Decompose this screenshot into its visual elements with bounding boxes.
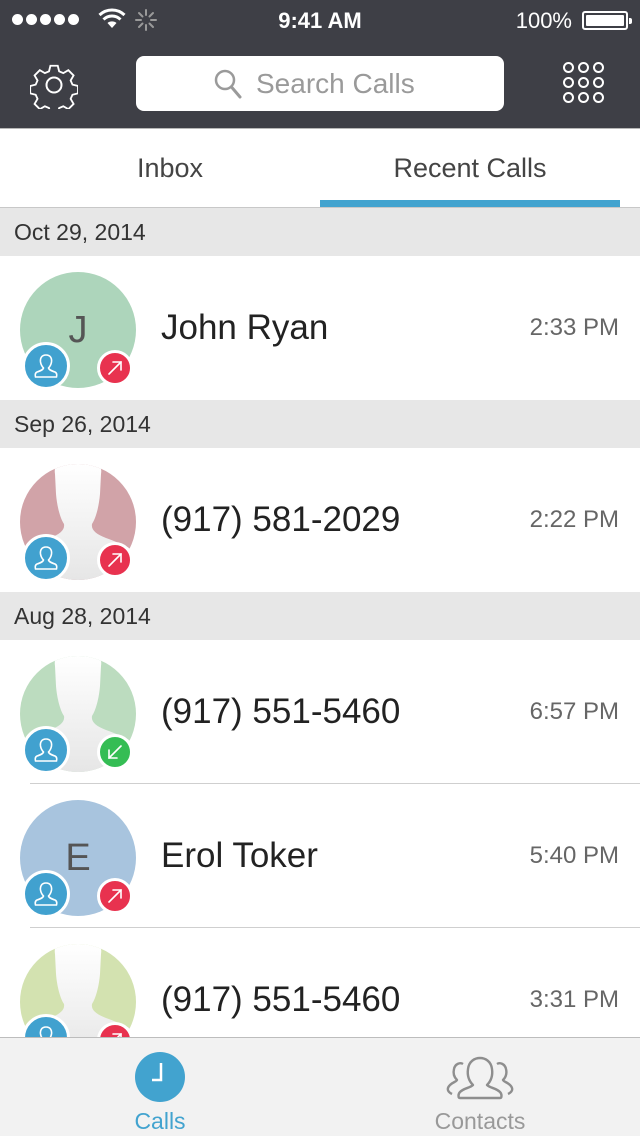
outgoing-call-arrow-icon: [108, 889, 122, 903]
battery-icon: [582, 11, 632, 30]
contacts-group-icon: [446, 1056, 514, 1100]
status-bar: 9:41 AM 100%: [0, 0, 640, 40]
tabbar-label-calls: Calls: [134, 1108, 186, 1134]
avatar-initial: E: [65, 836, 91, 879]
contact-person-icon: [34, 546, 58, 570]
outgoing-call-badge: [97, 878, 133, 914]
app-header: 9:41 AM 100%: [0, 0, 640, 128]
call-row[interactable]: (917) 551-5460 3:31 PM: [0, 928, 640, 1038]
search-calls-field[interactable]: [136, 56, 504, 111]
outgoing-call-badge: [97, 350, 133, 386]
caller-name: Erol Toker: [161, 836, 318, 875]
contact-person-icon: [34, 738, 58, 762]
contact-badge[interactable]: [22, 870, 70, 918]
incoming-call-badge: [97, 734, 133, 770]
segmented-tabs: Inbox Recent Calls: [0, 128, 640, 208]
settings-gear-icon[interactable]: [30, 61, 78, 109]
call-row[interactable]: E Erol Toker 5:40 PM: [0, 784, 640, 928]
contact-badge[interactable]: [22, 726, 70, 774]
date-section-header: Oct 29, 2014: [0, 208, 640, 256]
caller-name: (917) 581-2029: [161, 500, 401, 539]
battery-percentage: 100%: [515, 8, 572, 33]
contact-badge[interactable]: [22, 534, 70, 582]
outgoing-call-badge: [97, 542, 133, 578]
call-time: 2:33 PM: [529, 314, 619, 341]
call-time: 3:31 PM: [529, 986, 619, 1013]
date-section-header: Aug 28, 2014: [0, 592, 640, 640]
search-input[interactable]: [256, 67, 426, 100]
contact-person-icon: [39, 1026, 53, 1038]
tabbar-label-contacts: Contacts: [434, 1108, 526, 1134]
caller-name: John Ryan: [161, 308, 329, 347]
call-row[interactable]: (917) 581-2029 2:22 PM: [0, 448, 640, 592]
clock-icon: [135, 1052, 185, 1102]
caller-name: (917) 551-5460: [161, 692, 401, 731]
call-row[interactable]: J John Ryan 2:33 PM: [0, 256, 640, 400]
search-icon: [214, 69, 242, 98]
call-time: 6:57 PM: [529, 698, 619, 725]
bottom-tab-bar: Calls Contacts: [0, 1037, 640, 1136]
call-time: 2:22 PM: [529, 506, 619, 533]
contact-badge[interactable]: [22, 342, 70, 390]
outgoing-call-arrow-icon: [108, 553, 122, 567]
tabbar-item-contacts[interactable]: Contacts: [320, 1038, 640, 1136]
caller-name: (917) 551-5460: [161, 980, 401, 1019]
tab-recent-calls[interactable]: Recent Calls: [320, 129, 620, 208]
tabbar-item-calls[interactable]: Calls: [0, 1038, 320, 1136]
date-section-header: Sep 26, 2014: [0, 400, 640, 448]
contact-person-icon: [34, 354, 58, 378]
outgoing-call-arrow-icon: [108, 361, 122, 375]
tab-inbox[interactable]: Inbox: [20, 129, 320, 208]
call-time: 5:40 PM: [529, 842, 619, 869]
incoming-call-arrow-icon: [108, 745, 122, 759]
contact-person-icon: [34, 882, 58, 906]
keypad-grid-icon[interactable]: [563, 62, 604, 103]
avatar-initial: J: [68, 308, 88, 351]
active-tab-indicator: [320, 200, 620, 207]
call-row[interactable]: (917) 551-5460 6:57 PM: [0, 640, 640, 784]
recent-calls-list[interactable]: Oct 29, 2014 J John Ryan 2:33 PM Sep 26, 2…: [0, 208, 640, 1038]
